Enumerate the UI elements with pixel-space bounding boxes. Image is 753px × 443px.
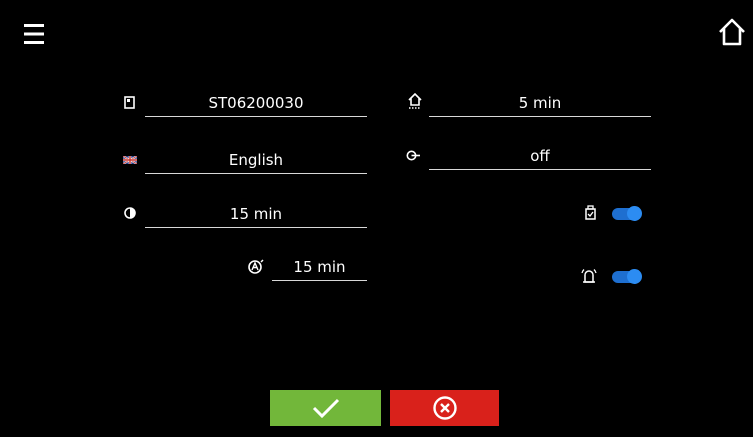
- usb-icon: [585, 205, 596, 220]
- toggle-knob: [627, 206, 642, 221]
- uk-flag-icon: [123, 156, 137, 164]
- toggle-knob: [627, 269, 642, 284]
- screensaver-home-icon: [408, 93, 422, 109]
- dim-timeout-field[interactable]: 15 min: [272, 256, 367, 281]
- alarm-icon: [580, 268, 598, 284]
- return-home-timeout-field[interactable]: 5 min: [429, 92, 651, 117]
- hamburger-menu-icon[interactable]: [24, 23, 44, 45]
- backlight-timer-icon: [247, 259, 264, 274]
- home-icon[interactable]: [717, 17, 747, 47]
- cancel-button[interactable]: [390, 390, 499, 426]
- brightness-timeout-field[interactable]: 15 min: [145, 203, 367, 228]
- confirm-button[interactable]: [270, 390, 381, 426]
- checkmark-icon: [270, 397, 381, 419]
- usb-toggle[interactable]: [612, 206, 642, 221]
- language-select[interactable]: English: [145, 149, 367, 174]
- key-lock-icon: [406, 150, 421, 161]
- serial-number-field: ST06200030: [145, 92, 367, 117]
- lock-field[interactable]: off: [429, 145, 651, 170]
- device-id-icon: [124, 96, 135, 109]
- cancel-circle-x-icon: [390, 395, 499, 421]
- settings-screen: ST06200030 English 15 min 15 min 5 min o…: [0, 0, 753, 437]
- alarm-sound-toggle[interactable]: [612, 269, 642, 284]
- brightness-icon: [124, 207, 136, 219]
